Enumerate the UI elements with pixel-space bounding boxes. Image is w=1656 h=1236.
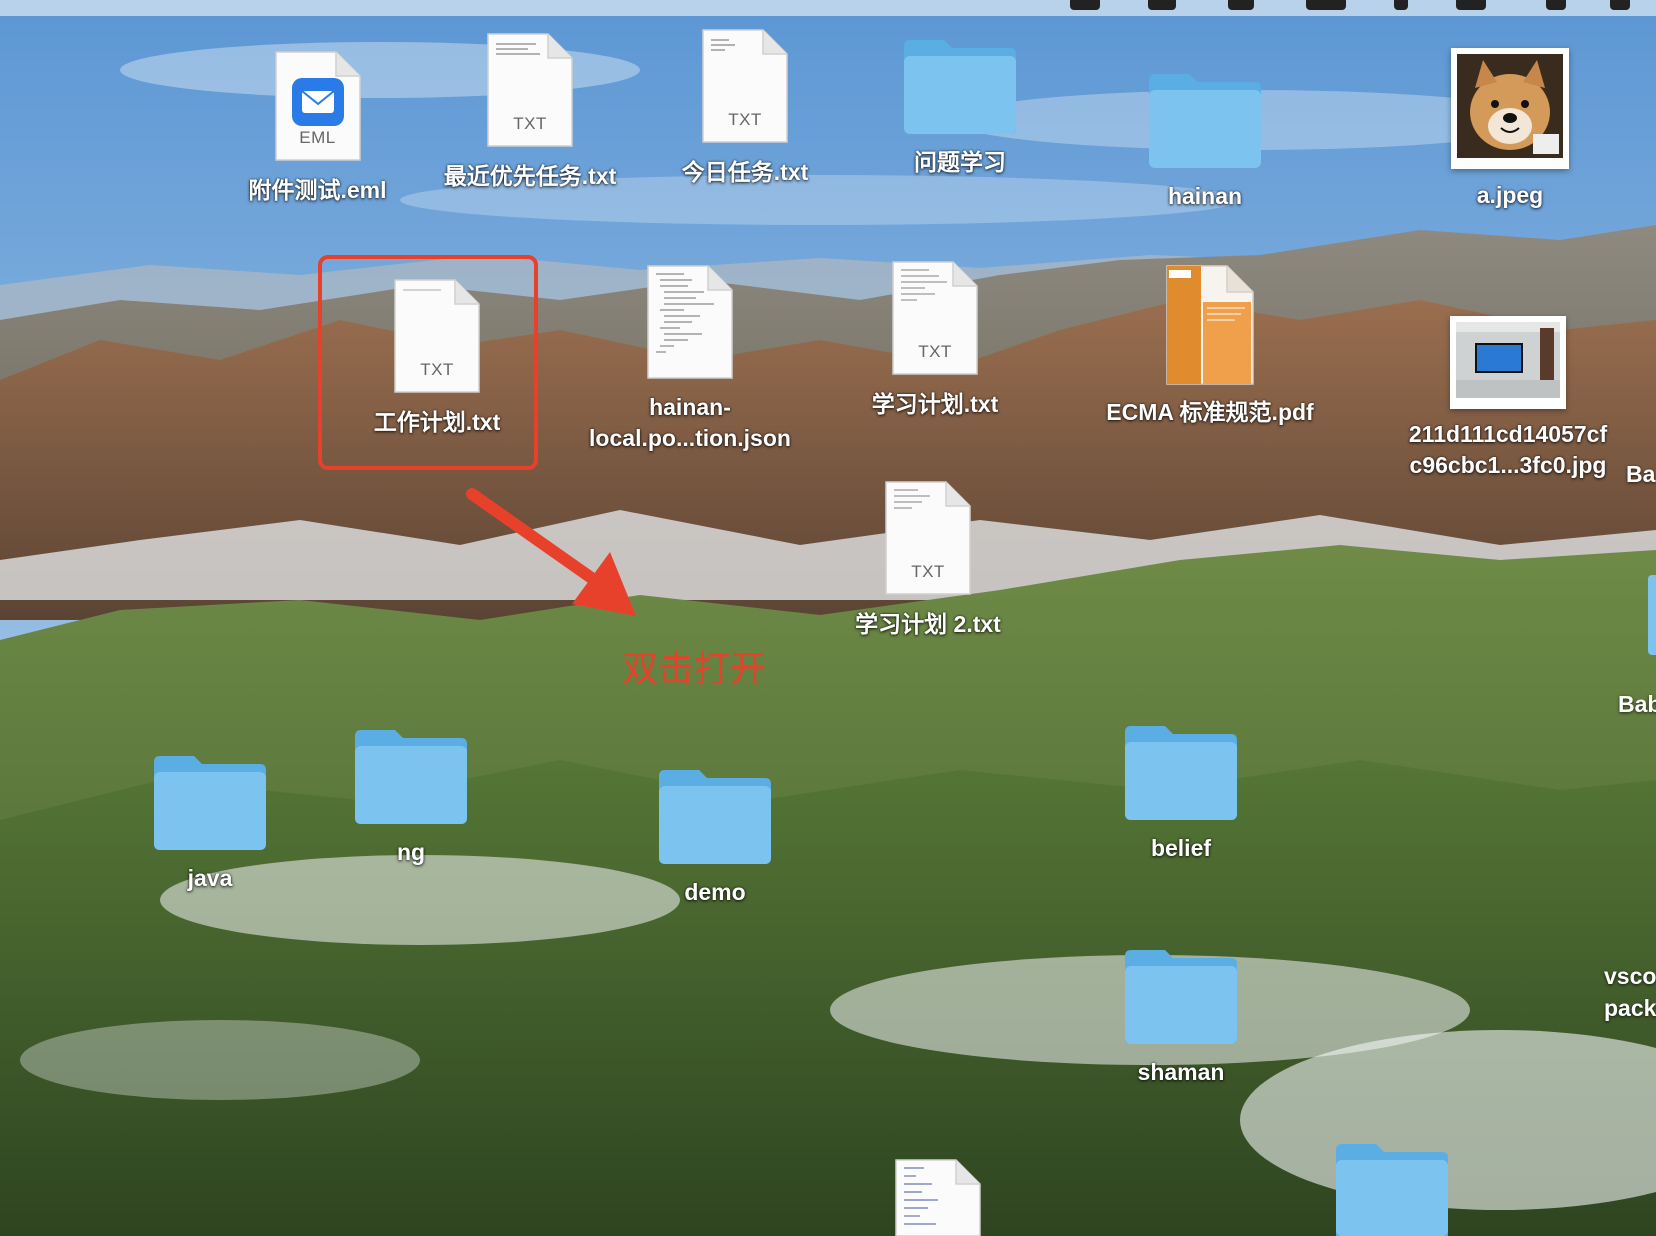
text-document-icon: TXT: [699, 26, 791, 146]
folder-name-label: 问题学习: [914, 149, 1006, 175]
cut-off-label[interactable]: vsco: [1604, 960, 1656, 992]
menu-bar-status-icon[interactable]: [1306, 0, 1346, 10]
desktop-item-folder-ng[interactable]: ng: [331, 726, 491, 868]
text-document-icon: TXT: [391, 276, 483, 396]
image-thumbnail: [1450, 316, 1566, 409]
desktop-item-folder-wenti[interactable]: 问题学习: [880, 36, 1040, 178]
desktop-item-study-plan[interactable]: TXT 学习计划.txt: [845, 258, 1025, 420]
desktop-item-a-jpeg[interactable]: a.jpeg: [1430, 48, 1590, 211]
email-document-icon: EML: [272, 48, 364, 164]
cut-off-label[interactable]: pack: [1604, 992, 1656, 1024]
file-name-label: 附件测试.eml: [248, 177, 387, 203]
desktop-item-folder-shaman[interactable]: shaman: [1101, 946, 1261, 1088]
folder-icon[interactable]: [1648, 575, 1656, 655]
file-type-label: TXT: [513, 114, 547, 133]
annotation-arrow-icon: [466, 488, 636, 616]
file-type-label: TXT: [911, 562, 945, 581]
text-document-icon: TXT: [882, 478, 974, 598]
desktop-item-hainan-json[interactable]: hainan- local.po...tion.json: [580, 262, 800, 454]
desktop-item-211d-jpg[interactable]: 211d111cd14057cf c96cbc1...3fc0.jpg: [1385, 316, 1631, 481]
folder-name-label: hainan: [1167, 183, 1243, 209]
menu-bar-status-icon[interactable]: [1228, 0, 1254, 10]
folder-icon[interactable]: [1332, 1140, 1452, 1236]
folder-name-label: demo: [684, 879, 746, 905]
menu-bar-status-icon[interactable]: [1394, 0, 1408, 10]
folder-name-label: shaman: [1137, 1059, 1225, 1085]
desktop-item-today-tasks[interactable]: TXT 今日任务.txt: [660, 26, 830, 188]
room-photo-icon: [1456, 322, 1560, 398]
file-name-label: hainan- local.po...tion.json: [589, 392, 791, 454]
desktop-item-folder-belief[interactable]: belief: [1101, 722, 1261, 864]
file-type-label: TXT: [728, 110, 762, 129]
text-document-icon: TXT: [889, 258, 981, 378]
folder-icon: [154, 756, 266, 850]
folder-icon: [1125, 950, 1237, 1044]
desktop-item-study-plan-2[interactable]: TXT 学习计划 2.txt: [838, 478, 1018, 640]
folder-name-label: java: [187, 865, 233, 891]
file-type-label: TXT: [918, 342, 952, 361]
pdf-document-icon: [1166, 265, 1254, 385]
folder-icon: [1149, 74, 1261, 168]
file-type-label: EML: [299, 128, 336, 147]
cut-off-label[interactable]: Ba: [1626, 458, 1655, 490]
desktop-item-folder-demo[interactable]: demo: [635, 766, 795, 908]
file-name-label: 最近优先任务.txt: [443, 163, 617, 189]
folder-name-label: ng: [396, 839, 426, 865]
dog-photo-icon: [1457, 54, 1563, 158]
file-name-line-1: 211d111cd14057cf: [1408, 421, 1608, 447]
cut-off-label[interactable]: Bab: [1618, 688, 1656, 720]
desktop-item-ecma-pdf[interactable]: ECMA 标准规范.pdf: [1090, 264, 1330, 428]
file-type-label: TXT: [420, 360, 454, 379]
folder-icon: [904, 40, 1016, 134]
text-document-icon[interactable]: [892, 1156, 984, 1236]
menu-bar-status-icon[interactable]: [1148, 0, 1176, 10]
file-name-label: 工作计划.txt: [373, 409, 501, 435]
folder-icon: [659, 770, 771, 864]
file-name-label: 今日任务.txt: [681, 159, 809, 185]
folder-icon: [355, 730, 467, 824]
file-name-label: ECMA 标准规范.pdf: [1106, 399, 1314, 425]
desktop-item-email[interactable]: EML 附件测试.eml: [230, 48, 405, 206]
file-name-label: 学习计划.txt: [871, 391, 999, 417]
annotation-text: 双击打开: [622, 649, 767, 690]
text-document-icon: [644, 262, 736, 382]
menu-bar: [0, 0, 1656, 16]
file-name-line-1: hainan-: [649, 394, 731, 420]
desktop-item-work-plan[interactable]: TXT 工作计划.txt: [347, 276, 527, 438]
file-name-label: a.jpeg: [1476, 182, 1544, 208]
menu-bar-status-icon[interactable]: [1610, 0, 1630, 10]
folder-icon: [1125, 726, 1237, 820]
image-thumbnail: [1451, 48, 1569, 169]
text-document-icon: TXT: [484, 30, 576, 150]
file-name-label: 学习计划 2.txt: [855, 611, 1001, 637]
desktop-item-folder-java[interactable]: java: [130, 752, 290, 894]
menu-bar-status-icon[interactable]: [1070, 0, 1100, 10]
desktop-item-folder-hainan[interactable]: hainan: [1125, 70, 1285, 212]
file-name-line-2: c96cbc1...3fc0.jpg: [1409, 452, 1607, 478]
menu-bar-status-icon[interactable]: [1456, 0, 1486, 10]
folder-name-label: belief: [1150, 835, 1212, 861]
desktop-item-recent-tasks[interactable]: TXT 最近优先任务.txt: [430, 30, 630, 192]
file-name-label: 211d111cd14057cf c96cbc1...3fc0.jpg: [1409, 419, 1607, 481]
file-name-line-2: local.po...tion.json: [589, 425, 791, 451]
menu-bar-status-icon[interactable]: [1546, 0, 1566, 10]
